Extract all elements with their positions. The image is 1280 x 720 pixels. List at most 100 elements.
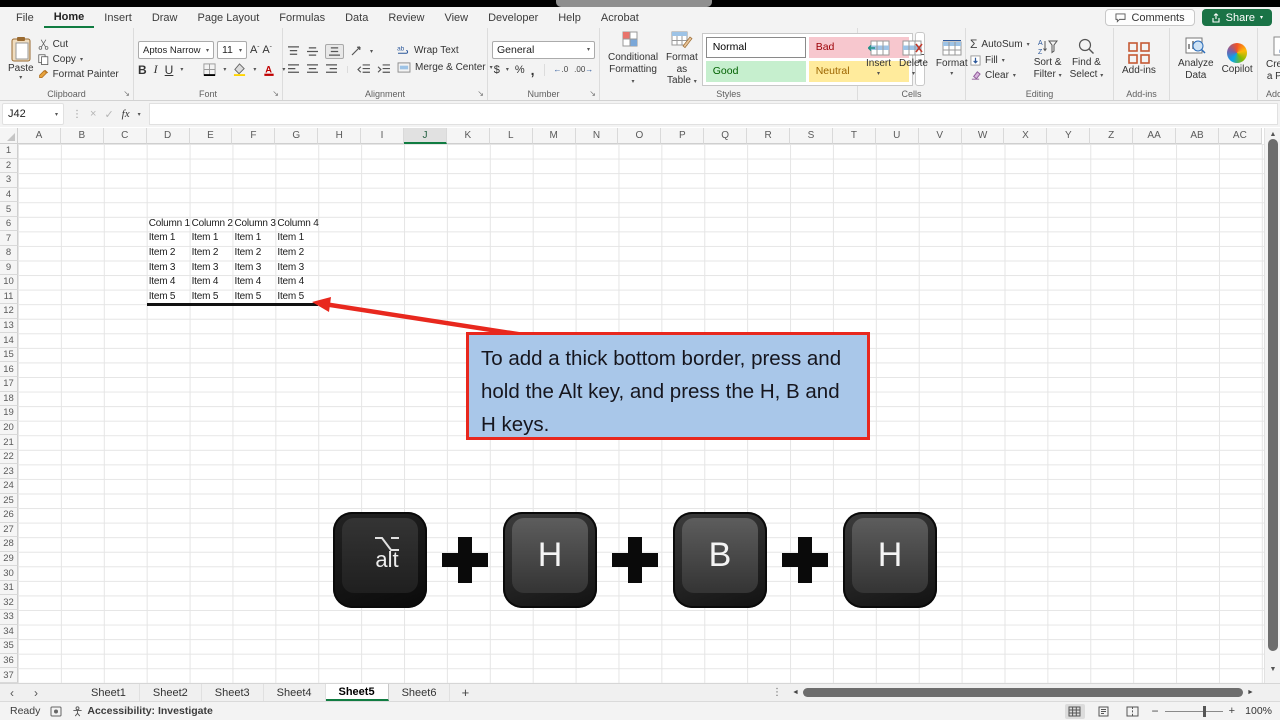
column-header-c[interactable]: C (104, 128, 147, 144)
row-header-16[interactable]: 16 (0, 362, 18, 377)
copilot-button[interactable]: Copilot (1218, 43, 1257, 76)
increase-font-button[interactable]: Aˆ (250, 44, 259, 56)
find-select-button[interactable]: Find &Select ▾ (1066, 38, 1108, 80)
row-header-26[interactable]: 26 (0, 508, 18, 523)
style-normal[interactable]: Normal (706, 37, 806, 58)
row-header-11[interactable]: 11 (0, 290, 18, 305)
row-header-30[interactable]: 30 (0, 566, 18, 581)
row-header-29[interactable]: 29 (0, 552, 18, 567)
orientation-icon[interactable] (350, 45, 364, 57)
ribbon-tab-help[interactable]: Help (548, 7, 591, 28)
ribbon-tab-view[interactable]: View (434, 7, 478, 28)
delete-cells-button[interactable]: Delete▾ (895, 40, 932, 77)
conditional-formatting-button[interactable]: ConditionalFormatting ▾ (604, 31, 662, 87)
row-header-22[interactable]: 22 (0, 450, 18, 465)
row-header-8[interactable]: 8 (0, 246, 18, 261)
column-header-t[interactable]: T (833, 128, 876, 144)
column-header-w[interactable]: W (962, 128, 1005, 144)
column-header-v[interactable]: V (919, 128, 962, 144)
create-pdf-button[interactable]: Createa PDF (1262, 36, 1280, 82)
column-header-o[interactable]: O (618, 128, 661, 144)
ribbon-tab-formulas[interactable]: Formulas (269, 7, 335, 28)
fill-button[interactable]: Fill ▾ (970, 55, 1030, 66)
ribbon-tab-draw[interactable]: Draw (142, 7, 188, 28)
format-as-table-button[interactable]: Format asTable ▾ (662, 31, 702, 87)
row-header-36[interactable]: 36 (0, 654, 18, 669)
row-header-4[interactable]: 4 (0, 188, 18, 203)
ribbon-tab-developer[interactable]: Developer (478, 7, 548, 28)
insert-cells-button[interactable]: Insert▾ (862, 40, 895, 77)
zoom-slider[interactable]: − + (1152, 704, 1235, 718)
clipboard-dialog-launcher[interactable]: ↘ (123, 90, 130, 98)
column-header-e[interactable]: E (190, 128, 233, 144)
ribbon-tab-insert[interactable]: Insert (94, 7, 142, 28)
column-header-ac[interactable]: AC (1219, 128, 1262, 144)
zoom-in-icon[interactable]: + (1229, 705, 1235, 717)
select-all-corner[interactable] (0, 128, 18, 144)
row-header-35[interactable]: 35 (0, 639, 18, 654)
row-header-31[interactable]: 31 (0, 581, 18, 596)
merge-center-button[interactable]: Merge & Center ▾ (397, 62, 493, 73)
row-header-37[interactable]: 37 (0, 668, 18, 683)
copy-button[interactable]: Copy ▾ (38, 54, 119, 65)
number-dialog-launcher[interactable]: ↘ (589, 90, 596, 98)
column-header-p[interactable]: P (661, 128, 704, 144)
enter-icon[interactable]: ✓ (104, 108, 113, 121)
normal-view-button[interactable] (1065, 704, 1085, 719)
cut-button[interactable]: Cut (38, 39, 119, 50)
decrease-decimal-button[interactable]: .00→ (574, 65, 593, 74)
number-format-select[interactable]: General▾ (492, 41, 595, 59)
row-header-34[interactable]: 34 (0, 625, 18, 640)
column-header-n[interactable]: N (576, 128, 619, 144)
sheet-tab-sheet5[interactable]: Sheet5 (326, 684, 389, 701)
row-header-6[interactable]: 6 (0, 217, 18, 232)
sheet-tab-sheet1[interactable]: Sheet1 (78, 684, 140, 701)
column-header-q[interactable]: Q (704, 128, 747, 144)
analyze-data-button[interactable]: AnalyzeData (1174, 37, 1218, 81)
row-header-1[interactable]: 1 (0, 144, 18, 159)
column-header-s[interactable]: S (790, 128, 833, 144)
row-header-7[interactable]: 7 (0, 231, 18, 246)
comments-button[interactable]: Comments (1105, 9, 1194, 26)
currency-button[interactable]: $ (494, 64, 500, 76)
vertical-scrollbar-thumb[interactable] (1268, 139, 1278, 651)
page-layout-view-button[interactable] (1094, 704, 1114, 719)
scroll-right-icon[interactable]: ► (1243, 689, 1258, 696)
column-header-h[interactable]: H (318, 128, 361, 144)
row-header-21[interactable]: 21 (0, 435, 18, 450)
align-right-icon[interactable] (325, 64, 338, 75)
zoom-percentage[interactable]: 100% (1244, 705, 1272, 717)
macro-record-icon[interactable] (50, 706, 62, 717)
column-header-f[interactable]: F (232, 128, 275, 144)
ribbon-tab-page-layout[interactable]: Page Layout (187, 7, 269, 28)
row-header-18[interactable]: 18 (0, 392, 18, 407)
column-header-y[interactable]: Y (1047, 128, 1090, 144)
autosum-button[interactable]: Σ AutoSum ▾ (970, 37, 1030, 51)
column-header-k[interactable]: K (447, 128, 490, 144)
underline-button[interactable]: U (165, 63, 174, 77)
ribbon-tab-home[interactable]: Home (44, 7, 95, 28)
column-header-j[interactable]: J (404, 128, 447, 144)
row-header-15[interactable]: 15 (0, 348, 18, 363)
row-header-12[interactable]: 12 (0, 304, 18, 319)
accessibility-status[interactable]: Accessibility: Investigate (72, 705, 212, 717)
comma-button[interactable]: , (531, 62, 535, 78)
column-header-aa[interactable]: AA (1133, 128, 1176, 144)
zoom-handle[interactable] (1203, 706, 1206, 717)
vertical-scrollbar[interactable]: ▲ ▼ (1264, 128, 1280, 683)
row-header-9[interactable]: 9 (0, 261, 18, 276)
column-header-g[interactable]: G (275, 128, 318, 144)
row-header-5[interactable]: 5 (0, 202, 18, 217)
align-left-icon[interactable] (287, 64, 300, 75)
increase-indent-icon[interactable] (377, 64, 391, 75)
formula-input[interactable] (149, 103, 1278, 125)
row-header-14[interactable]: 14 (0, 333, 18, 348)
row-header-27[interactable]: 27 (0, 523, 18, 538)
decrease-font-button[interactable]: Aˇ (262, 44, 271, 56)
style-good[interactable]: Good (706, 61, 806, 82)
share-button[interactable]: Share ▾ (1202, 9, 1272, 26)
clear-button[interactable]: Clear ▾ (970, 70, 1030, 81)
sheet-tab-sheet3[interactable]: Sheet3 (202, 684, 264, 701)
sheet-tab-sheet6[interactable]: Sheet6 (389, 684, 451, 701)
align-bottom-button[interactable] (325, 44, 344, 59)
